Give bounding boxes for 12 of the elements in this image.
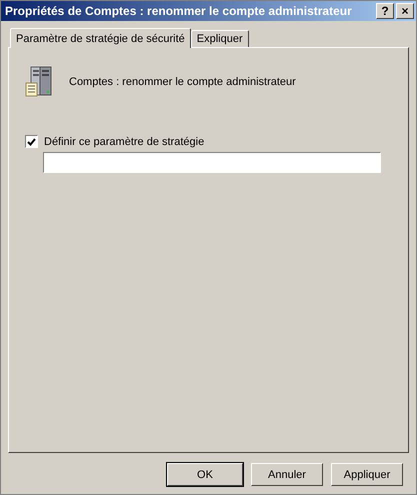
window-title: Propriétés de Comptes : renommer le compte administrateur [5,4,353,18]
dialog-button[interactable]: Annuler [251,463,323,486]
checkbox[interactable] [25,135,38,148]
policy-name: Comptes : renommer le compte administrateur [69,76,296,88]
tab[interactable]: Paramètre de stratégie de sécurité [10,28,191,48]
dialog-button[interactable]: Appliquer [331,463,403,486]
input-field[interactable] [43,152,381,173]
dialog-button[interactable]: OK [167,463,243,486]
tab[interactable]: Expliquer [190,30,249,47]
help-button[interactable]: ? [376,3,394,19]
checkbox-label: Définir ce paramètre de stratégie [44,136,204,148]
close-button[interactable]: × [396,3,414,19]
